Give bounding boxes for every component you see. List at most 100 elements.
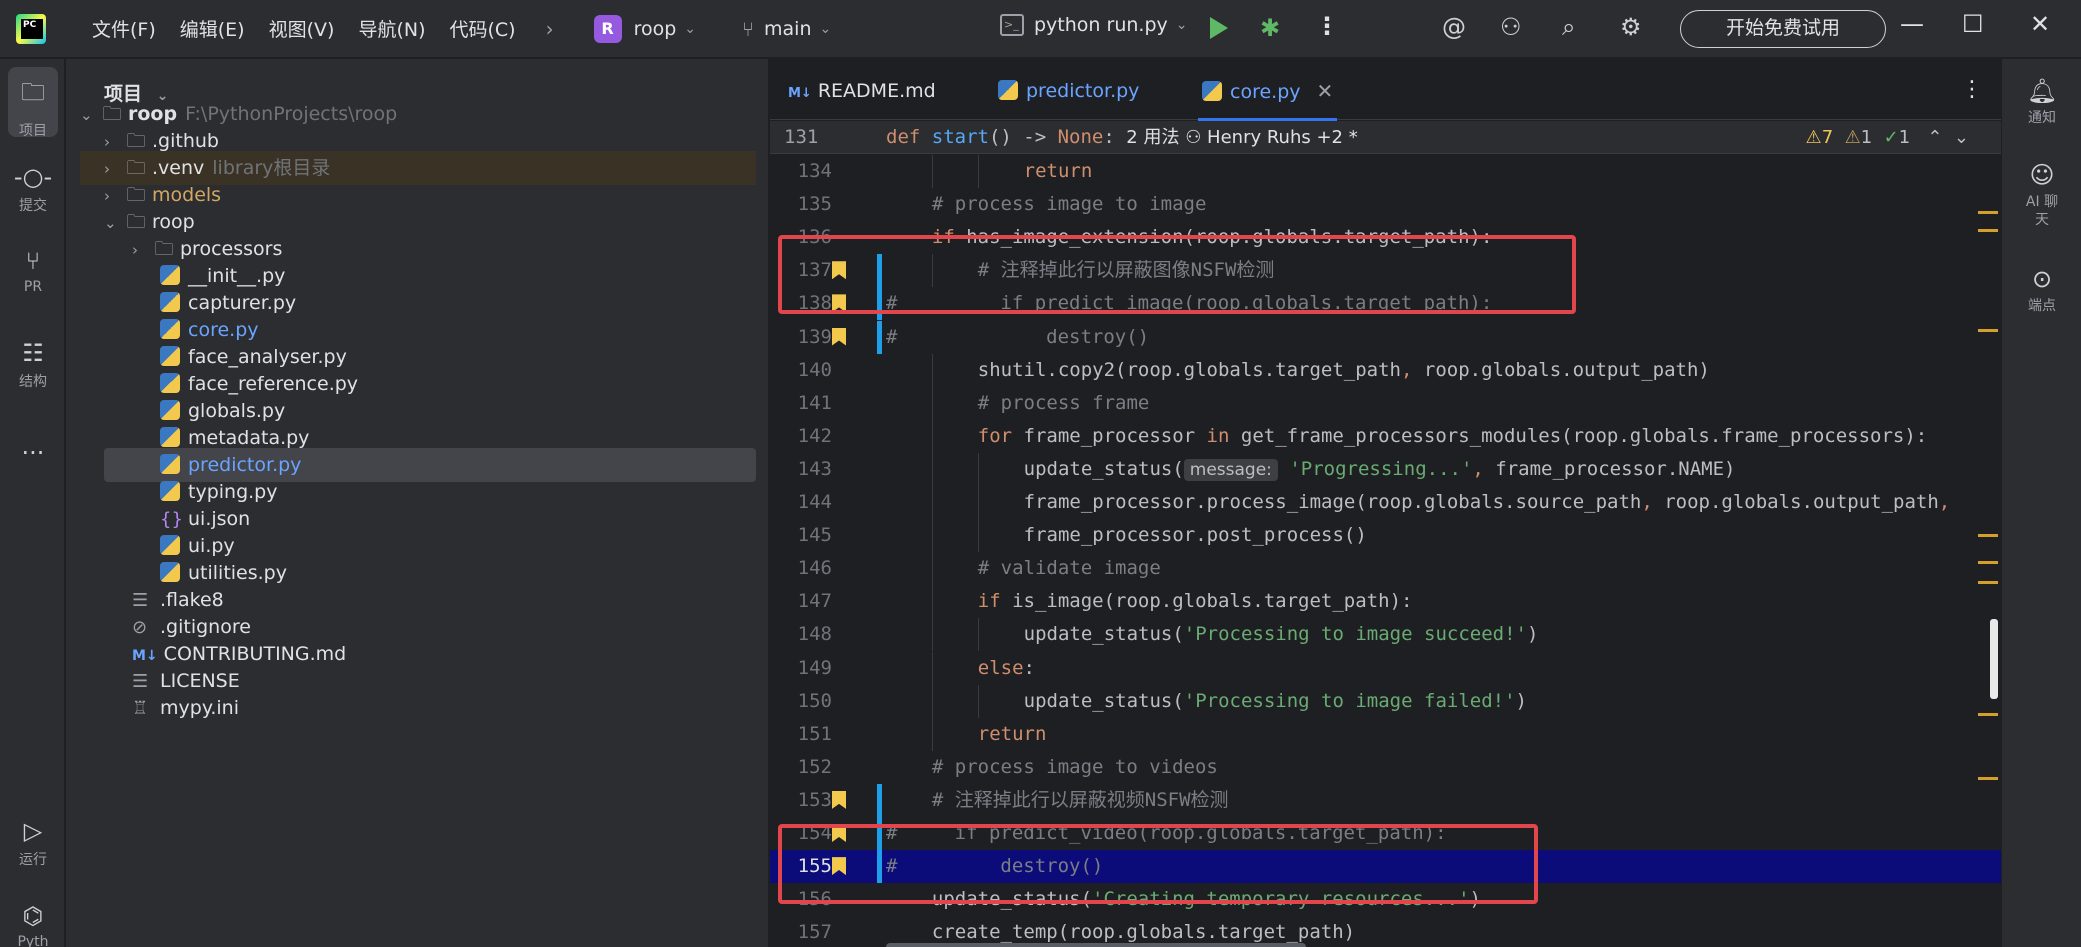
toolwindow-python-console[interactable]: ⌬ Pyth	[8, 894, 58, 947]
code-line[interactable]: 149 else:	[770, 651, 2001, 685]
line-number[interactable]: 143	[784, 453, 832, 486]
next-highlight-icon[interactable]: ⌄	[1954, 127, 1969, 148]
author-hint[interactable]: Henry Ruhs +2 *	[1207, 127, 1358, 148]
toolwindow-endpoints[interactable]: ⊙ 端点	[2002, 265, 2081, 315]
author-icon: ⚇	[1185, 127, 1208, 148]
tab-predictor[interactable]: predictor.py	[998, 59, 1139, 120]
maximize-icon[interactable]: ☐	[1962, 10, 1984, 38]
tree-item[interactable]: ♖ mypy.ini	[80, 691, 756, 725]
search-icon[interactable]: ⌕	[1562, 13, 1575, 41]
ai-assistant-icon[interactable]: @	[1442, 13, 1466, 41]
toolwindow-project[interactable]: 🗀 项目	[8, 67, 58, 139]
tab-readme[interactable]: M↓ README.md	[788, 59, 936, 120]
error-stripe-mark[interactable]	[1978, 561, 1998, 564]
close-tab-icon[interactable]: ✕	[1317, 79, 1334, 103]
toolwindow-ai-chat[interactable]: ☺ AI 聊天	[2002, 161, 2081, 229]
bookmark-icon[interactable]	[832, 327, 846, 346]
line-number[interactable]: 157	[784, 916, 832, 947]
menu-file[interactable]: 文件(F)	[92, 15, 156, 42]
more-menus-chevron-icon[interactable]: ›	[546, 17, 554, 41]
menu-view[interactable]: 视图(V)	[269, 15, 335, 42]
code-line[interactable]: 150 update_status('Processing to image fa…	[770, 684, 2001, 718]
minimize-icon[interactable]: —	[1900, 10, 1924, 38]
error-stripe-mark[interactable]	[1978, 329, 1998, 332]
code-line[interactable]: 144 frame_processor.process_image(roop.gl…	[770, 486, 2001, 519]
code-line[interactable]: 152 # process image to videos	[770, 751, 2001, 784]
code-line[interactable]: 139 # destroy()	[770, 320, 2001, 354]
bookmark-icon[interactable]	[832, 790, 846, 809]
menu-navigate[interactable]: 导航(N)	[358, 15, 425, 42]
line-number[interactable]: 140	[784, 354, 832, 387]
code-line[interactable]: 141 # process frame	[770, 386, 2001, 420]
line-number[interactable]: 135	[784, 188, 832, 221]
tab-actions-icon[interactable]: ⋮	[1961, 77, 1983, 102]
toolwindow-run[interactable]: ▷ 运行	[8, 809, 58, 879]
tab-core[interactable]: core.py ✕	[1198, 59, 1338, 121]
code-line[interactable]: 134 return	[770, 155, 2001, 188]
horizontal-scrollbar[interactable]	[886, 943, 1306, 947]
code-line[interactable]: 148 update_status('Processing to image su…	[770, 618, 2001, 652]
line-number[interactable]: 142	[784, 420, 832, 453]
branch-dropdown-chevron-icon[interactable]: ⌄	[820, 21, 832, 37]
line-number[interactable]: 144	[784, 486, 832, 519]
line-number[interactable]: 153	[784, 784, 832, 817]
more-tool-windows[interactable]: ···	[8, 431, 58, 471]
start-free-trial-button[interactable]: 开始免费试用	[1680, 10, 1886, 48]
run-icon[interactable]	[1210, 17, 1228, 39]
code-line[interactable]: 135 # process image to image	[770, 188, 2001, 221]
code-line[interactable]: 142 for frame_processor in get_frame_proc…	[770, 419, 2001, 453]
gear-icon[interactable]: ⚙	[1620, 13, 1642, 41]
debug-icon[interactable]: ✱	[1260, 14, 1280, 42]
close-window-icon[interactable]: ✕	[2030, 10, 2050, 38]
line-number[interactable]: 145	[784, 519, 832, 552]
project-badge[interactable]: R	[593, 14, 622, 43]
toolwindow-pull-requests[interactable]: ⑂ PR	[8, 239, 58, 309]
branch-switcher[interactable]: main	[764, 18, 811, 40]
line-number[interactable]: 146	[784, 552, 832, 585]
toolwindow-notifications[interactable]: 🔔︎ 通知	[2002, 77, 2081, 127]
sticky-header[interactable]: 131 def start() -> None: 2 用法 ⚇ Henry Ru…	[770, 121, 2001, 154]
line-number[interactable]: 141	[784, 387, 832, 420]
toolwindow-structure[interactable]: ☷ 结构	[8, 331, 58, 401]
toolwindow-commit[interactable]: -○- 提交	[8, 155, 58, 225]
line-number[interactable]: 152	[784, 751, 832, 784]
code-token: frame_processor.process_image(roop.globa…	[1023, 491, 1642, 513]
error-stripe-mark[interactable]	[1978, 581, 1998, 584]
line-number[interactable]: 134	[784, 155, 832, 188]
prev-highlight-icon[interactable]: ⌃	[1927, 127, 1942, 148]
error-stripe-mark[interactable]	[1978, 777, 1998, 780]
code-line[interactable]: 143 update_status(message: 'Progressing..…	[770, 452, 2001, 486]
pycharm-logo[interactable]	[16, 13, 46, 44]
code-line[interactable]: 146 # validate image	[770, 552, 2001, 586]
code-line[interactable]: 153 # 注释掉此行以屏蔽视频NSFW检测	[770, 783, 2001, 817]
error-stripe-mark[interactable]	[1978, 534, 1998, 537]
vcs-change-marker[interactable]	[877, 320, 882, 354]
project-switcher[interactable]: roop	[634, 18, 677, 40]
git-branch-icon[interactable]: ⑂	[742, 17, 754, 41]
code-line[interactable]: 140 shutil.copy2(roop.globals.target_path…	[770, 353, 2001, 387]
run-configuration-selector[interactable]: >_ python run.py ⌄	[1000, 14, 1187, 36]
code-token: in	[1206, 424, 1241, 447]
error-stripe-mark[interactable]	[1978, 211, 1998, 214]
line-number[interactable]: 148	[784, 618, 832, 651]
error-stripe-mark[interactable]	[1978, 713, 1998, 716]
line-number[interactable]: 139	[784, 321, 832, 354]
line-number[interactable]: 147	[784, 585, 832, 618]
project-dropdown-chevron-icon[interactable]: ⌄	[684, 21, 696, 37]
code-line[interactable]: 151 return	[770, 717, 2001, 751]
editor-scrollbar-thumb[interactable]	[1990, 619, 1998, 699]
menu-code[interactable]: 代码(C)	[449, 15, 515, 42]
code-line[interactable]: 147 if is_image(roop.globals.target_path)…	[770, 585, 2001, 619]
line-number[interactable]: 150	[784, 685, 832, 718]
line-number[interactable]: 149	[784, 652, 832, 685]
code-line[interactable]: 145 frame_processor.post_process()	[770, 519, 2001, 553]
tree-item-label: .gitignore	[160, 616, 251, 638]
add-user-icon[interactable]: ⚇	[1500, 13, 1522, 41]
usages-hint[interactable]: 2 用法	[1126, 127, 1179, 148]
more-actions-icon[interactable]: ⋮	[1315, 12, 1339, 40]
inspection-widget[interactable]: ⚠7 ⚠1 ✓1 ⌃ ⌄	[1806, 121, 1969, 154]
line-number[interactable]: 151	[784, 718, 832, 751]
vcs-change-marker[interactable]	[877, 783, 882, 817]
menu-edit[interactable]: 编辑(E)	[180, 15, 245, 42]
error-stripe-mark[interactable]	[1978, 229, 1998, 232]
